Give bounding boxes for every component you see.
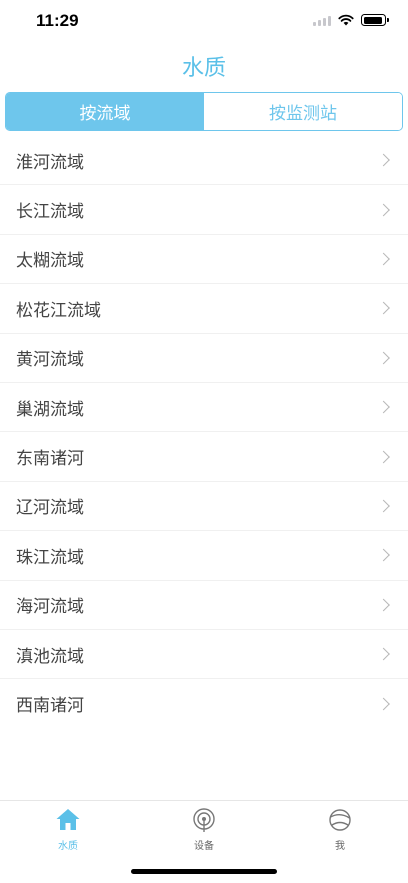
- list-item[interactable]: 西南诸河: [0, 679, 408, 728]
- list-item[interactable]: 辽河流域: [0, 482, 408, 532]
- home-icon: [56, 809, 80, 830]
- list-item-label: 太糊流域: [16, 251, 84, 272]
- list-item-label: 长江流域: [16, 202, 84, 223]
- list-item-label: 东南诸河: [16, 449, 84, 470]
- page-title: 水质: [181, 56, 226, 81]
- list-item-label: 巢湖流域: [16, 399, 84, 420]
- status-bar: 11:29: [0, 0, 408, 44]
- chevron-right-icon: [377, 450, 390, 463]
- segment-by-basin[interactable]: 按流域: [6, 93, 204, 130]
- cellular-signal-icon: [313, 15, 331, 26]
- water-quality-screen: 11:29 水质 按流域 按监测站 淮河流域 长江流域 太糊流域 松花江流域 黄…: [0, 0, 408, 883]
- chevron-right-icon: [377, 351, 390, 365]
- tab-water-quality[interactable]: 水质: [0, 801, 136, 883]
- home-indicator: [131, 869, 277, 874]
- chevron-right-icon: [377, 252, 390, 266]
- chevron-right-icon: [377, 400, 390, 414]
- tab-me[interactable]: 我: [272, 801, 408, 883]
- list-item-label: 珠江流域: [16, 547, 84, 568]
- tab-label: 设备: [194, 841, 214, 852]
- chevron-right-icon: [377, 203, 390, 216]
- list-item-label: 滇池流域: [16, 646, 84, 667]
- list-item-label: 淮河流域: [16, 152, 84, 173]
- chevron-right-icon: [377, 697, 390, 711]
- basin-list: 淮河流域 长江流域 太糊流域 松花江流域 黄河流域 巢湖流域 东南诸河 辽河流域…: [0, 136, 408, 729]
- list-item-label: 海河流域: [16, 597, 84, 618]
- list-item[interactable]: 珠江流域: [0, 531, 408, 581]
- battery-icon: [361, 14, 389, 26]
- list-item[interactable]: 滇池流域: [0, 630, 408, 680]
- list-item[interactable]: 东南诸河: [0, 432, 408, 482]
- list-item-label: 西南诸河: [16, 696, 84, 717]
- list-item[interactable]: 太糊流域: [0, 235, 408, 285]
- tab-label: 水质: [58, 841, 78, 852]
- chevron-right-icon: [377, 499, 390, 513]
- list-item-label: 辽河流域: [16, 498, 84, 519]
- list-item[interactable]: 松花江流域: [0, 284, 408, 334]
- device-icon: [193, 808, 215, 832]
- tab-label: 我: [335, 841, 345, 852]
- list-item[interactable]: 长江流域: [0, 185, 408, 235]
- list-item-label: 松花江流域: [16, 300, 101, 321]
- battery-level: [363, 16, 382, 24]
- list-item[interactable]: 淮河流域: [0, 136, 408, 186]
- chevron-right-icon: [377, 598, 390, 612]
- status-time: 11:29: [36, 11, 79, 30]
- profile-icon: [329, 809, 351, 831]
- segmented-control: 按流域 按监测站: [5, 92, 403, 131]
- wifi-icon: [338, 14, 354, 26]
- chevron-right-icon: [377, 548, 390, 562]
- list-item[interactable]: 黄河流域: [0, 334, 408, 383]
- list-item[interactable]: 巢湖流域: [0, 383, 408, 433]
- list-item-label: 黄河流域: [16, 350, 84, 371]
- status-indicators: [313, 14, 389, 26]
- list-item[interactable]: 海河流域: [0, 581, 408, 630]
- chevron-right-icon: [377, 301, 390, 315]
- chevron-right-icon: [377, 153, 390, 167]
- segment-by-station[interactable]: 按监测站: [204, 93, 402, 130]
- chevron-right-icon: [377, 647, 390, 661]
